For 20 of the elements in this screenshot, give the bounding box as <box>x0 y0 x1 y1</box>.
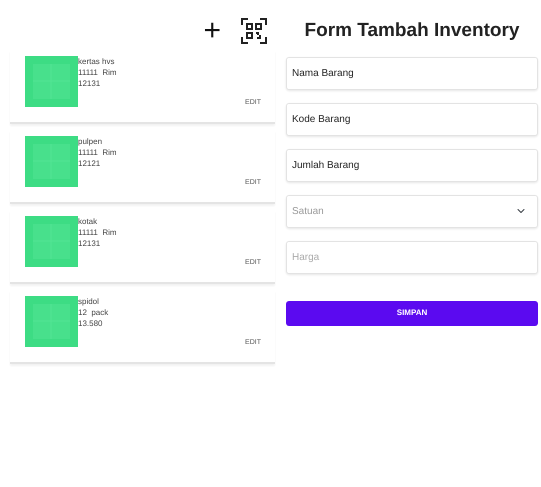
input-field[interactable]: Jumlah Barang <box>286 148 538 182</box>
item-quantity: 11111 Rim <box>78 67 118 78</box>
save-button[interactable]: SIMPAN <box>286 300 538 326</box>
item-name: kotak <box>78 216 98 227</box>
item-quantity: 12 pack <box>78 307 110 318</box>
item-price: 12121 <box>78 158 102 169</box>
item-price: 13.580 <box>78 318 104 329</box>
input-field[interactable]: Harga <box>286 240 538 274</box>
item-price: 12131 <box>78 78 102 89</box>
item-name: spidol <box>78 296 100 307</box>
form-title: Form Tambah Inventory <box>303 20 520 43</box>
item-quantity: 11111 Rim <box>78 227 118 238</box>
scan-button[interactable] <box>241 18 267 44</box>
item-price: 12131 <box>78 238 102 249</box>
item-name: pulpen <box>78 136 104 147</box>
input-field[interactable]: Nama Barang <box>286 56 538 90</box>
item-quantity: 11111 Rim <box>78 147 118 158</box>
item-name: kertas hvs <box>78 56 116 67</box>
add-button[interactable]: + <box>199 16 225 46</box>
input-field[interactable]: Kode Barang <box>286 102 538 136</box>
